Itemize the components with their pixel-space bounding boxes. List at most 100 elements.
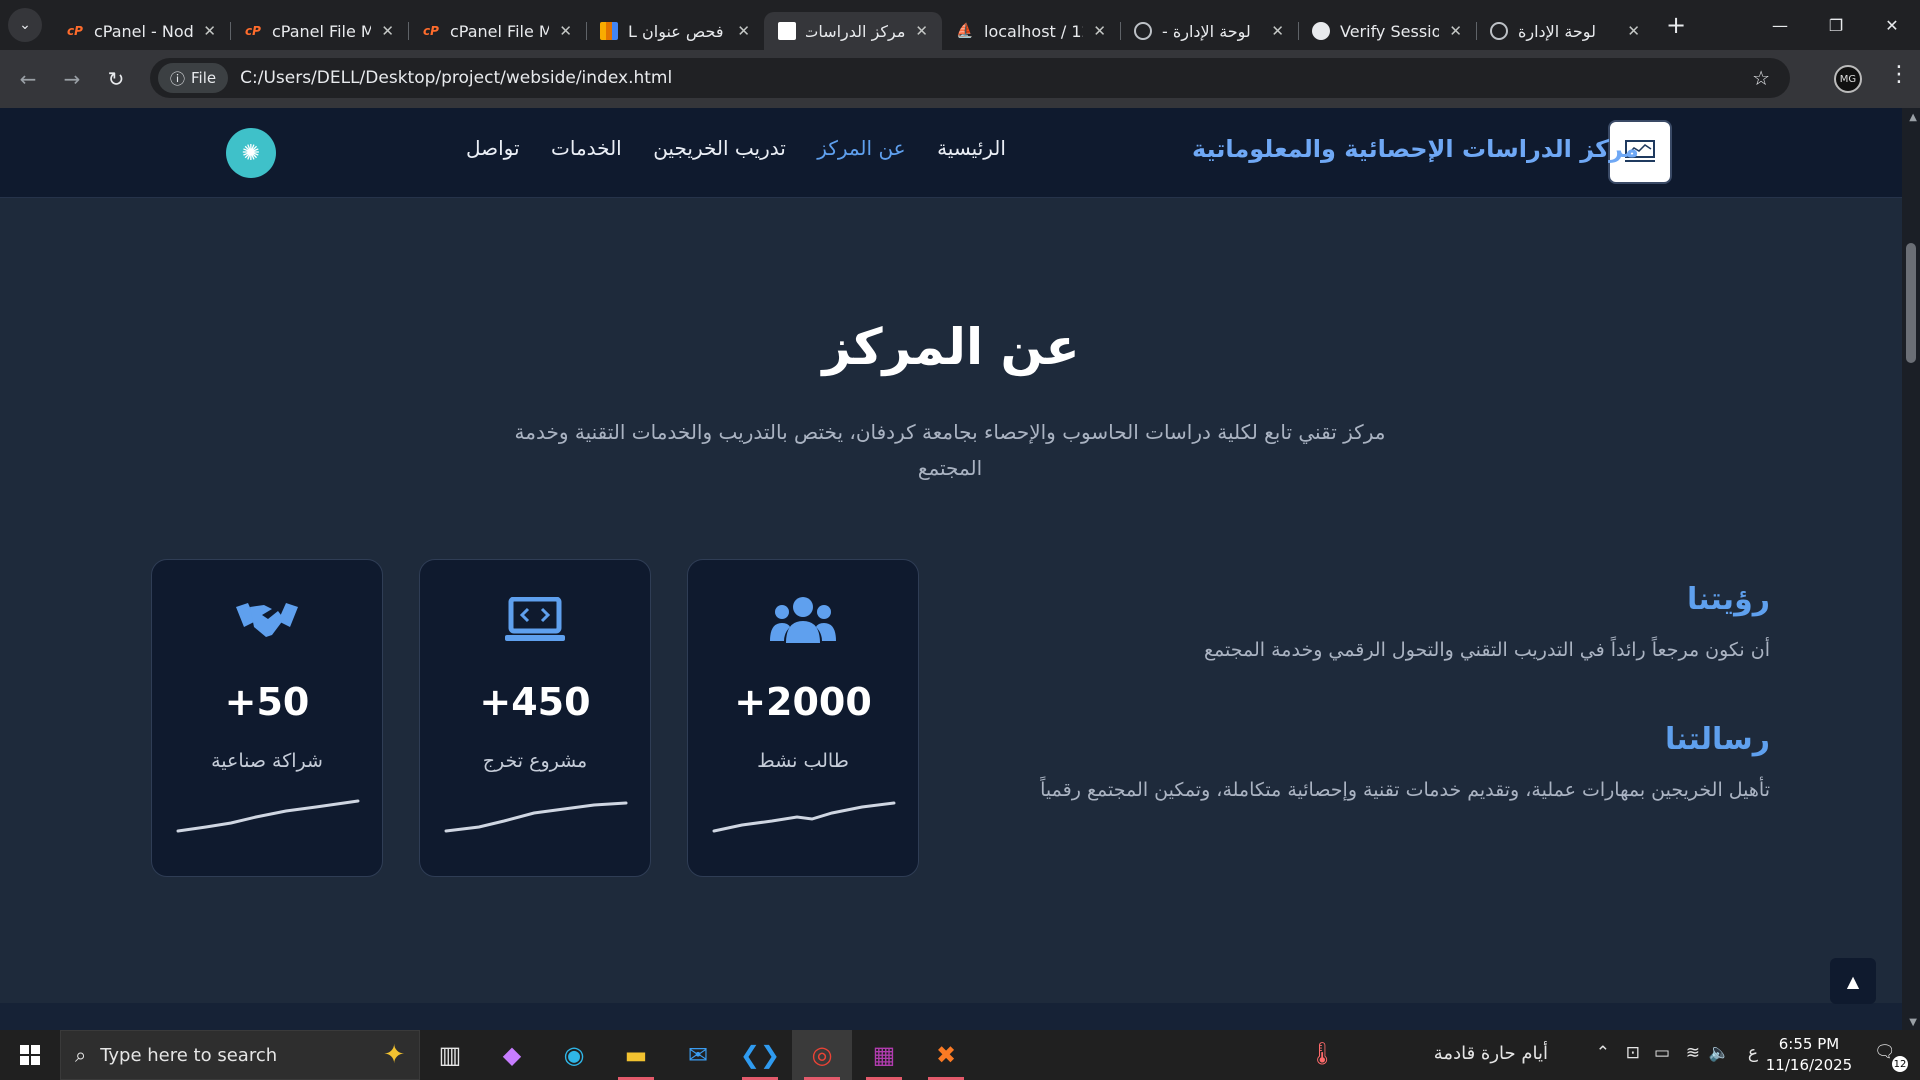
wifi-icon[interactable]: ≋ bbox=[1686, 1043, 1700, 1063]
site-icon bbox=[778, 22, 796, 40]
arrow-up-icon: ▲ bbox=[1846, 971, 1860, 991]
main-nav: الرئيسية عن المركز تدريب الخريجين الخدما… bbox=[466, 136, 1006, 172]
scroll-down-icon[interactable]: ▼ bbox=[1909, 1017, 1917, 1028]
close-tab-icon[interactable]: ✕ bbox=[559, 22, 572, 40]
theme-toggle-button[interactable]: ✺ bbox=[226, 128, 276, 178]
back-button[interactable]: ← bbox=[6, 57, 50, 101]
taskbar-search[interactable]: ⌕ Type here to search ✦ bbox=[60, 1030, 420, 1080]
browser-tab[interactable]: فحص عنوان L ✕ bbox=[586, 12, 764, 50]
restore-icon[interactable]: ❐ bbox=[1808, 0, 1864, 50]
sparkline bbox=[712, 801, 896, 833]
task-view-icon[interactable]: ▥ bbox=[420, 1030, 480, 1080]
forward-button[interactable]: → bbox=[50, 57, 94, 101]
tab-title: لوحة الإدارة bbox=[1518, 21, 1596, 41]
tab-title: مركز الدراسات bbox=[806, 21, 906, 41]
window-controls: — ❐ ✕ bbox=[1752, 0, 1920, 50]
xampp-icon[interactable]: ✖ bbox=[916, 1030, 976, 1080]
weather-text[interactable]: أيام حارة قادمة bbox=[1434, 1043, 1548, 1064]
clock-date: 11/16/2025 bbox=[1765, 1056, 1853, 1074]
close-tab-icon[interactable]: ✕ bbox=[381, 22, 394, 40]
cpanel-icon: cP bbox=[67, 24, 83, 38]
copilot-sparkle-icon: ✦ bbox=[383, 1040, 405, 1070]
search-placeholder: Type here to search bbox=[100, 1044, 278, 1066]
nav-item-services[interactable]: الخدمات bbox=[551, 136, 622, 172]
edge-icon[interactable]: ◉ bbox=[544, 1030, 604, 1080]
phpmyadmin-icon: ⛵ bbox=[956, 23, 974, 39]
browser-tab[interactable]: لوحة الإدارة - ✕ bbox=[1120, 12, 1298, 50]
show-hidden-icons-icon[interactable]: ⌃ bbox=[1596, 1043, 1610, 1063]
input-language[interactable]: ع bbox=[1748, 1043, 1758, 1063]
mission-title: رسالتنا bbox=[1664, 722, 1770, 757]
about-section-subtitle: مركز تقني تابع لكلية دراسات الحاسوب والإ… bbox=[514, 420, 1386, 480]
analytics-icon bbox=[600, 22, 618, 40]
back-to-top-button[interactable]: ▲ bbox=[1830, 958, 1876, 1004]
about-section-title: عن المركز bbox=[822, 318, 1080, 376]
nav-item-contact[interactable]: تواصل bbox=[466, 136, 520, 172]
start-button[interactable] bbox=[0, 1030, 60, 1080]
site-brand-title[interactable]: مركز الدراسات الإحصائية والمعلوماتية bbox=[1192, 135, 1639, 163]
browser-tab[interactable]: cP cPanel - Node ✕ bbox=[52, 12, 230, 50]
browser-tab[interactable]: cP cPanel File M ✕ bbox=[408, 12, 586, 50]
menu-kebab-icon[interactable]: ⋮ bbox=[1888, 62, 1910, 87]
tab-title: cPanel File M bbox=[272, 21, 372, 41]
minimize-icon[interactable]: — bbox=[1752, 0, 1808, 50]
url-text[interactable]: C:/Users/DELL/Desktop/project/webside/in… bbox=[240, 68, 672, 88]
nav-item-about[interactable]: عن المركز bbox=[817, 136, 905, 172]
close-tab-icon[interactable]: ✕ bbox=[1093, 22, 1106, 40]
chevron-down-icon: ⌄ bbox=[19, 17, 31, 33]
reload-button[interactable]: ↻ bbox=[94, 57, 138, 101]
close-tab-icon[interactable]: ✕ bbox=[203, 22, 216, 40]
windows-logo-icon bbox=[20, 1045, 40, 1065]
close-tab-icon[interactable]: ✕ bbox=[1627, 22, 1640, 40]
battery-icon[interactable]: ▭ bbox=[1654, 1043, 1670, 1063]
users-icon bbox=[688, 590, 918, 650]
tab-search-button[interactable]: ⌄ bbox=[8, 8, 42, 42]
new-tab-button[interactable]: + bbox=[1666, 11, 1686, 39]
vision-block: رؤيتنا أن نكون مرجعاً رائداً في التدريب … bbox=[1010, 582, 1770, 661]
mission-text: تأهيل الخريجين بمهارات عملية، وتقديم خدم… bbox=[1040, 779, 1770, 801]
nav-item-home[interactable]: الرئيسية bbox=[937, 136, 1006, 172]
tab-title: cPanel - Node bbox=[94, 21, 194, 41]
sparkline bbox=[176, 799, 360, 833]
chrome-icon[interactable]: ◎ bbox=[792, 1030, 852, 1080]
taskbar-clock[interactable]: 6:55 PM 11/16/2025 bbox=[1764, 1034, 1854, 1076]
close-tab-icon[interactable]: ✕ bbox=[1449, 22, 1462, 40]
volume-icon[interactable]: 🔈 bbox=[1709, 1043, 1730, 1063]
file-explorer-icon[interactable]: ▬ bbox=[606, 1030, 666, 1080]
scroll-up-icon[interactable]: ▲ bbox=[1909, 112, 1917, 123]
sparkline bbox=[444, 801, 628, 833]
thermometer-icon: 🌡 bbox=[1308, 1042, 1336, 1067]
browser-tab-active[interactable]: مركز الدراسات ✕ bbox=[764, 12, 942, 50]
tab-title: فحص عنوان L bbox=[628, 21, 724, 41]
stat-card-students: +2000 طالب نشط bbox=[687, 559, 919, 877]
nav-item-graduate-training[interactable]: تدريب الخريجين bbox=[653, 136, 786, 172]
close-tab-icon[interactable]: ✕ bbox=[1271, 22, 1284, 40]
browser-tab[interactable]: cP cPanel File M ✕ bbox=[230, 12, 408, 50]
windows-taskbar: ⌕ Type here to search ✦ ▥ ◆ ◉ ▬ ✉ ❮❯ ◎ ▦… bbox=[0, 1030, 1920, 1080]
browser-tab[interactable]: Verify Session ✕ bbox=[1298, 12, 1476, 50]
winrar-icon[interactable]: ▦ bbox=[854, 1030, 914, 1080]
vscode-icon[interactable]: ❮❯ bbox=[730, 1030, 790, 1080]
profile-avatar[interactable]: MG bbox=[1834, 65, 1862, 93]
close-tab-icon[interactable]: ✕ bbox=[915, 22, 928, 40]
stat-label: طالب نشط bbox=[757, 750, 849, 772]
site-header: مركز الدراسات الإحصائية والمعلوماتية الر… bbox=[0, 108, 1902, 198]
site-info-chip[interactable]: ⓘ File bbox=[158, 63, 229, 93]
copilot-icon[interactable]: ◆ bbox=[482, 1030, 542, 1080]
camera-icon[interactable]: ⊡ bbox=[1626, 1043, 1640, 1063]
bookmark-star-icon[interactable]: ☆ bbox=[1752, 66, 1770, 90]
close-tab-icon[interactable]: ✕ bbox=[737, 22, 750, 40]
tab-title: لوحة الإدارة - bbox=[1162, 21, 1251, 41]
globe-icon bbox=[1134, 22, 1152, 40]
cpanel-icon: cP bbox=[423, 24, 439, 38]
sun-gear-icon: ✺ bbox=[241, 140, 261, 166]
outlook-icon[interactable]: ✉ bbox=[668, 1030, 728, 1080]
address-bar[interactable]: ⓘ File C:/Users/DELL/Desktop/project/web… bbox=[150, 58, 1790, 98]
notifications-button[interactable]: 🗨 12 bbox=[1874, 1042, 1908, 1072]
close-window-icon[interactable]: ✕ bbox=[1864, 0, 1920, 50]
scrollbar-thumb[interactable] bbox=[1906, 243, 1916, 363]
vision-text: أن نكون مرجعاً رائداً في التدريب التقني … bbox=[1203, 639, 1770, 661]
browser-tab[interactable]: ⛵ localhost / 12 ✕ bbox=[942, 12, 1120, 50]
page-scrollbar[interactable]: ▲ ▼ bbox=[1902, 108, 1920, 1030]
browser-tab[interactable]: لوحة الإدارة ✕ bbox=[1476, 12, 1654, 50]
